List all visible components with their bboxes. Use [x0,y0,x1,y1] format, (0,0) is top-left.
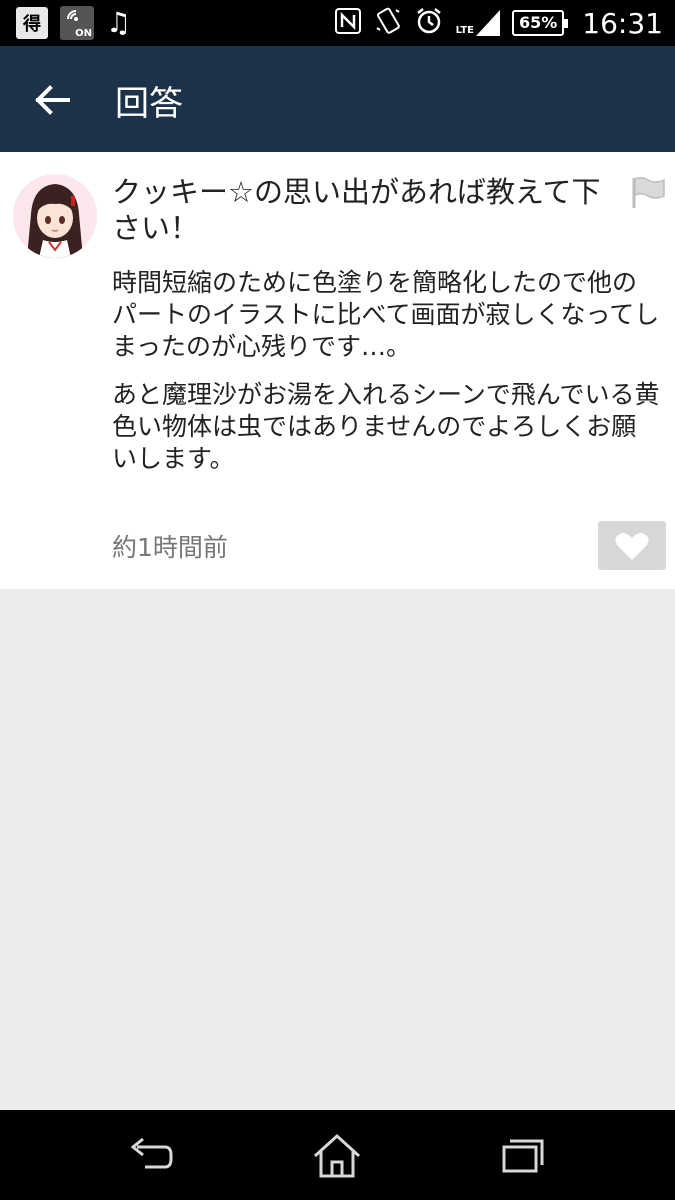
answer-paragraph: 時間短縮のために色塗りを簡略化したので他のパートのイラストに比べて画面が寂しくな… [112,268,660,361]
nav-back-button[interactable] [121,1128,181,1182]
signal-lte-icon: LTE [456,10,500,36]
navigation-bar [0,1110,675,1200]
answer-card: クッキー☆の思い出があれば教えて下さい！ 時間短縮のために色塗りを簡略化したので… [0,152,675,589]
report-button[interactable] [630,176,666,210]
vibrate-icon [374,6,402,40]
avatar[interactable] [13,174,97,258]
like-button[interactable] [598,521,666,570]
clock: 16:31 [582,6,663,40]
question-text: クッキー☆の思い出があれば教えて下さい！ [112,175,601,245]
nav-recents-button[interactable] [494,1128,554,1182]
toku-notification-icon: 得 [16,7,48,39]
arrow-left-icon [35,85,70,115]
battery-indicator: 65% [512,10,569,36]
music-icon: ♫ [106,6,132,39]
alarm-icon [414,6,444,40]
back-button[interactable] [26,74,78,126]
status-bar: 得 ON ♫ LTE 65% 16:31 [0,0,675,46]
timestamp: 約1時間前 [112,533,228,562]
flag-icon [632,176,665,208]
recents-icon [502,1139,544,1173]
nfc-icon [334,7,362,39]
answer-body: 時間短縮のために色塗りを簡略化したので他のパートのイラストに比べて画面が寂しくな… [112,267,660,491]
back-icon [130,1137,173,1169]
app-bar: 回答 [0,46,675,152]
page-title: 回答 [115,84,183,124]
answer-paragraph: あと魔理沙がお湯を入れるシーンで飛んでいる黄色い物体は虫ではありませんのでよろし… [112,380,660,473]
wifi-on-notification-icon: ON [60,6,94,40]
home-icon [313,1133,361,1178]
heart-icon [615,532,649,560]
nav-home-button[interactable] [307,1128,367,1182]
